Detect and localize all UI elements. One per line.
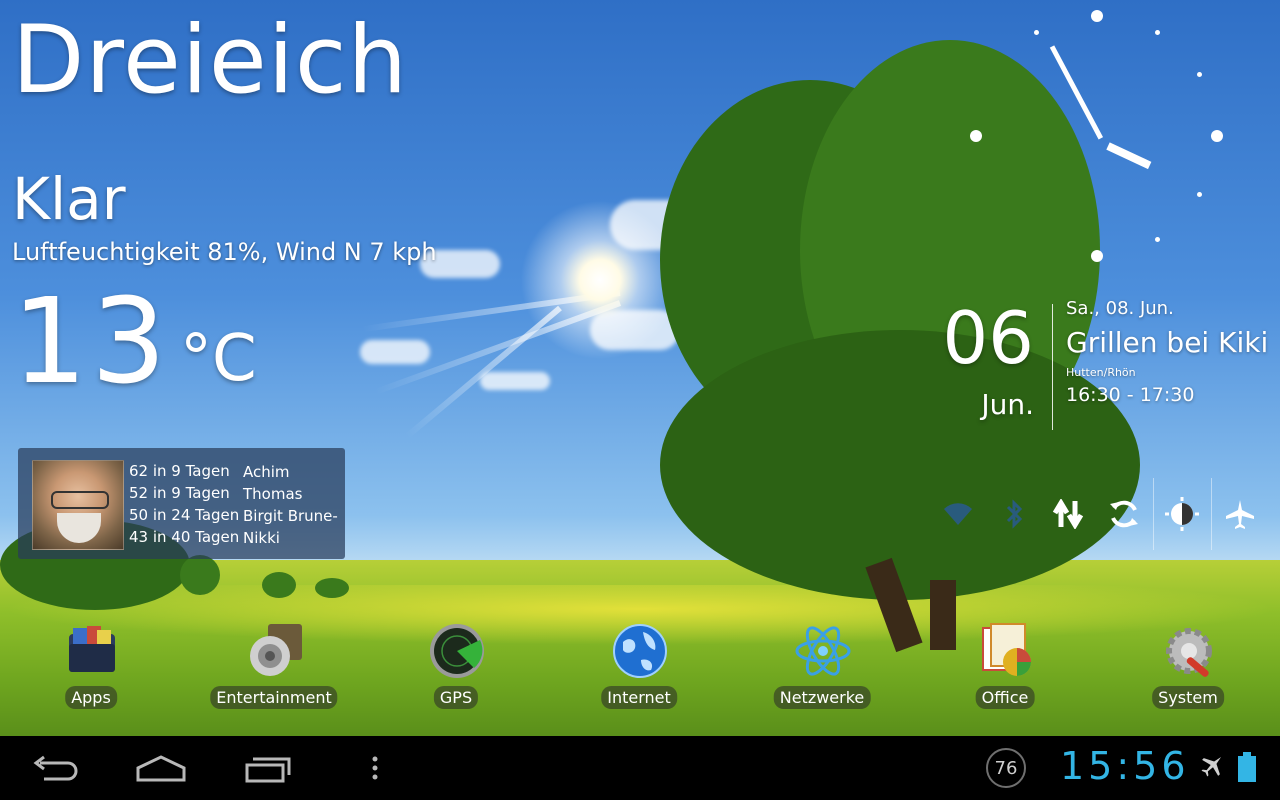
clock-hour-mark [970,130,982,142]
bush [262,572,296,598]
sync-icon[interactable] [1096,478,1152,550]
office-documents-icon [982,623,1031,676]
contact-count: 62 in 9 Tagen [129,462,230,480]
globe-icon [613,624,667,678]
menu-dots-icon[interactable] [355,736,395,800]
dock-system[interactable]: System [1118,618,1258,718]
beard-shape [57,513,101,543]
sun [520,200,680,360]
calendar-divider [1052,304,1053,430]
quick-settings-widget [930,478,1270,550]
dock-label: Netzwerke [773,686,871,709]
event-location: Hutten/Rhön [1066,366,1136,379]
calendar-day: 06 [942,296,1034,380]
clock-minute-mark [1155,237,1160,242]
clock-hour-mark [1091,250,1103,262]
clock-hour-mark [1211,130,1223,142]
clock-minute-mark [1197,192,1202,197]
dock-apps[interactable]: Apps [21,618,161,718]
status-clock[interactable]: 15:56 [1060,744,1190,788]
dock-label: Entertainment [210,686,338,709]
dock-entertainment[interactable]: Entertainment [204,618,344,718]
wifi-icon[interactable] [930,478,986,550]
apps-folder-icon [69,626,115,672]
cloud [480,372,550,390]
home-icon[interactable] [126,736,196,800]
clock-hour-mark [1091,10,1103,22]
airplane-mode-status-icon [1200,752,1226,782]
contact-count: 43 in 40 Tagen [129,528,240,546]
contact-avatar[interactable] [32,460,124,550]
dock-gps[interactable]: GPS [386,618,526,718]
event-date: Sa., 08. Jun. [1066,298,1174,319]
dock-netzwerke[interactable]: Netzwerke [752,618,892,718]
data-transfer-icon[interactable] [1040,478,1096,550]
glasses-shape [51,491,109,509]
clock-hour-hand [1106,142,1152,170]
contact-name[interactable]: Achim [243,463,290,481]
recent-apps-icon[interactable] [234,736,304,800]
dock-label: GPS [433,686,479,709]
calendar-month: Jun. [981,388,1034,421]
speaker-film-icon [250,624,302,676]
dock-label: Office [975,686,1035,709]
clock-minute-mark [1155,30,1160,35]
dock-label: System [1152,686,1224,709]
clock-minute-mark [1197,72,1202,77]
temperature-value: 13 [12,272,171,410]
calendar-widget[interactable]: 06 Jun. Sa., 08. Jun. Grillen bei Kiki H… [940,296,1270,436]
contacts-widget[interactable]: 62 in 9 Tagen Achim 52 in 9 Tagen Thomas… [18,448,345,559]
clock-minute-hand [1049,45,1104,140]
analog-clock[interactable] [970,8,1260,268]
dock-office[interactable]: Office [935,618,1075,718]
back-icon[interactable] [20,736,90,800]
battery-icon [1238,752,1256,782]
brightness-icon[interactable] [1154,478,1210,550]
dock-label: Apps [65,686,117,709]
atom-icon [795,626,851,676]
event-title[interactable]: Grillen bei Kiki [1066,326,1268,359]
notification-badge[interactable]: 76 [986,748,1026,788]
radar-icon [430,624,484,678]
contact-name[interactable]: Birgit Brune- [243,507,338,525]
contact-count: 50 in 24 Tagen [129,506,240,524]
airplane-icon[interactable] [1212,478,1268,550]
weather-details: Luftfeuchtigkeit 81%, Wind N 7 kph [12,238,437,266]
contact-name[interactable]: Thomas [243,485,302,503]
event-time: 16:30 - 17:30 [1066,384,1195,406]
bush [315,578,349,598]
gear-wrench-icon [1166,628,1212,677]
dock-internet[interactable]: Internet [569,618,709,718]
weather-condition: Klar [12,165,126,233]
bush [180,555,220,595]
temperature-unit: °C [180,322,257,396]
city-name: Dreieich [12,6,409,115]
cloud [360,340,430,364]
bluetooth-icon[interactable] [986,478,1042,550]
contact-count: 52 in 9 Tagen [129,484,230,502]
clock-minute-mark [1034,30,1039,35]
contact-name[interactable]: Nikki [243,529,280,547]
dock-label: Internet [601,686,677,709]
